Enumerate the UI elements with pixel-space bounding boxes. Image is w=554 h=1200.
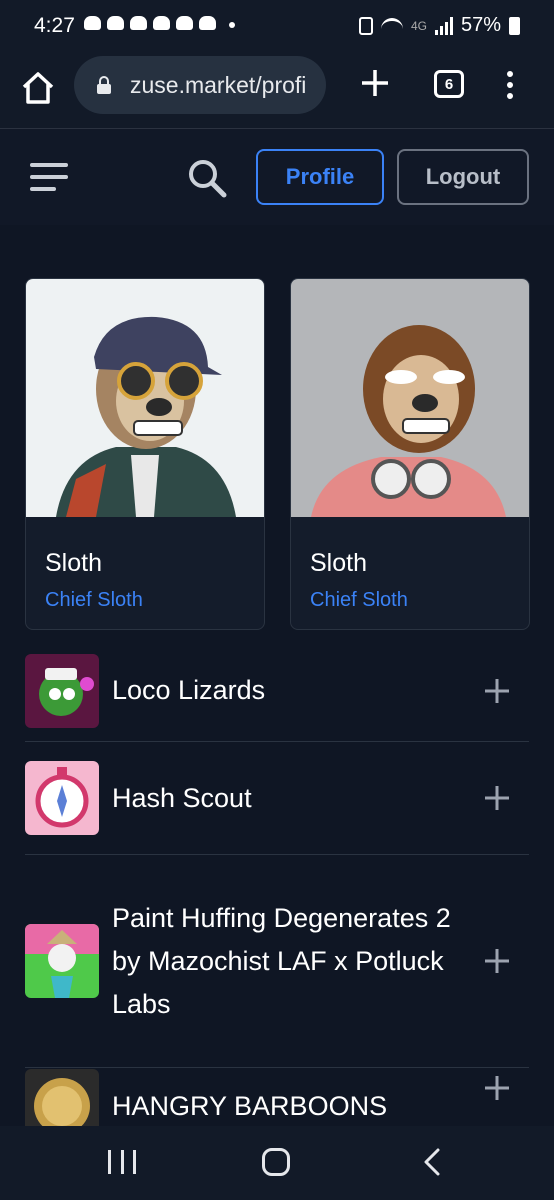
more-vert-icon[interactable] xyxy=(500,68,520,104)
add-icon[interactable] xyxy=(483,784,511,812)
card-name: Sloth xyxy=(310,549,367,577)
collection-list: Loco Lizards Hash Scout Paint Huffing De… xyxy=(25,640,529,1180)
signal-icon xyxy=(434,16,453,35)
wifi-icon xyxy=(380,17,403,34)
nft-card[interactable]: Sloth Chief Sloth xyxy=(290,278,530,630)
new-tab-button[interactable] xyxy=(358,66,392,100)
collection-thumbnail xyxy=(25,761,99,835)
collection-name: HANGRY BARBOONS xyxy=(112,1090,388,1121)
discord-icon xyxy=(84,16,101,30)
search-icon xyxy=(189,160,227,198)
search-button[interactable] xyxy=(186,157,228,199)
add-icon[interactable] xyxy=(483,1074,511,1102)
discord-icon xyxy=(176,16,193,30)
battery-icon xyxy=(509,16,520,35)
nft-image xyxy=(26,279,264,517)
recents-icon[interactable] xyxy=(108,1150,136,1174)
status-right: 4G 57% xyxy=(358,14,520,37)
card-name: Sloth xyxy=(45,549,102,577)
network-type: 4G xyxy=(410,18,427,33)
discord-icon xyxy=(130,16,147,30)
profile-button[interactable]: Profile xyxy=(256,149,384,205)
battery-saver-icon xyxy=(358,16,373,35)
list-item[interactable]: Loco Lizards xyxy=(25,640,529,742)
collection-thumbnail xyxy=(25,653,99,728)
app-header: Profile Logout xyxy=(0,129,554,225)
tab-count: 6 xyxy=(444,75,454,93)
back-icon[interactable] xyxy=(422,1148,442,1176)
address-bar[interactable]: zuse.market/profi xyxy=(74,56,326,114)
plus-icon xyxy=(362,70,388,96)
card-role[interactable]: Chief Sloth xyxy=(45,589,143,612)
hamburger-icon[interactable] xyxy=(30,163,70,193)
url-text: zuse.market/profi xyxy=(130,72,307,98)
battery-percent: 57% xyxy=(460,14,501,36)
notification-icons xyxy=(84,16,216,30)
add-icon[interactable] xyxy=(483,947,511,975)
browser-toolbar: zuse.market/profi 6 xyxy=(0,50,554,129)
logout-button[interactable]: Logout xyxy=(397,149,529,205)
discord-icon xyxy=(199,16,216,30)
collection-name: Paint Huffing Degenerates 2 by Mazochist… xyxy=(112,902,451,1019)
card-role[interactable]: Chief Sloth xyxy=(310,589,408,612)
status-bar: 4:27 4G 57% xyxy=(0,0,554,50)
home-icon xyxy=(22,72,54,104)
home-button[interactable] xyxy=(18,68,58,108)
status-time: 4:27 xyxy=(34,14,75,37)
list-item[interactable]: Paint Huffing Degenerates 2 by Mazochist… xyxy=(25,855,529,1068)
collection-name: Loco Lizards xyxy=(112,675,266,705)
discord-icon xyxy=(107,16,124,30)
nft-card[interactable]: Sloth Chief Sloth xyxy=(25,278,265,630)
system-nav-bar xyxy=(0,1126,554,1200)
list-item[interactable]: Hash Scout xyxy=(25,742,529,855)
more-notifications-dot xyxy=(229,22,235,28)
collection-name: Hash Scout xyxy=(112,782,252,813)
tabs-button[interactable]: 6 xyxy=(434,70,464,98)
add-icon[interactable] xyxy=(483,677,511,705)
nft-image xyxy=(291,279,529,517)
home-nav-icon[interactable] xyxy=(262,1148,290,1176)
discord-icon xyxy=(153,16,170,30)
lock-icon xyxy=(97,76,111,94)
collection-thumbnail xyxy=(25,924,99,998)
